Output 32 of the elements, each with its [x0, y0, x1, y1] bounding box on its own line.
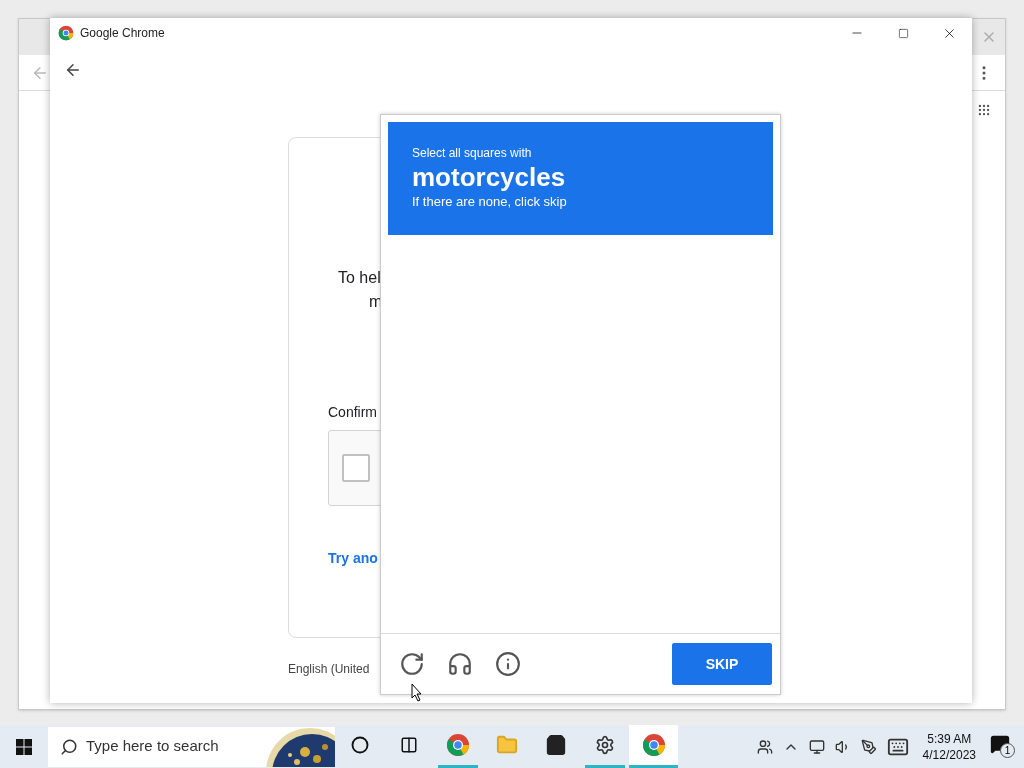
body-text: To hel	[338, 268, 381, 288]
network-icon[interactable]	[808, 738, 825, 755]
try-another-link[interactable]: Try ano	[328, 550, 378, 566]
maximize-icon	[897, 27, 909, 39]
people-icon[interactable]	[756, 738, 773, 755]
date-text: 4/12/2023	[922, 746, 976, 763]
settings-icon	[594, 735, 615, 755]
back-icon[interactable]	[64, 61, 82, 79]
skip-button[interactable]: SKIP	[672, 643, 772, 685]
circle-icon	[350, 736, 369, 754]
window-title: Google Chrome	[80, 25, 165, 42]
target-word: motorcycles	[412, 161, 567, 194]
reload-icon[interactable]	[399, 651, 425, 677]
confirm-label: Confirm	[328, 404, 377, 420]
info-icon[interactable]	[495, 651, 521, 677]
task-view-icon	[399, 736, 418, 754]
hint-text: If there are none, click skip	[412, 194, 568, 210]
search-icon	[60, 737, 78, 756]
headphones-icon[interactable]	[447, 651, 473, 677]
folder-icon	[495, 734, 518, 756]
language-selector[interactable]: English (United	[288, 660, 370, 678]
chrome-logo-icon	[58, 25, 74, 41]
apps-grid-icon[interactable]	[977, 103, 991, 117]
browser-profile-icon	[445, 733, 470, 757]
checkbox[interactable]	[342, 454, 370, 482]
pen-icon[interactable]	[860, 738, 877, 755]
search-field[interactable]: Type here to search	[48, 726, 335, 767]
windows-logo-icon	[16, 738, 32, 755]
browser-icon	[641, 733, 666, 757]
prompt-text: Select all squares with	[412, 146, 533, 160]
clock[interactable]: 5:39 AM 4/12/2023	[918, 730, 980, 763]
time-text: 5:39 AM	[927, 730, 972, 747]
